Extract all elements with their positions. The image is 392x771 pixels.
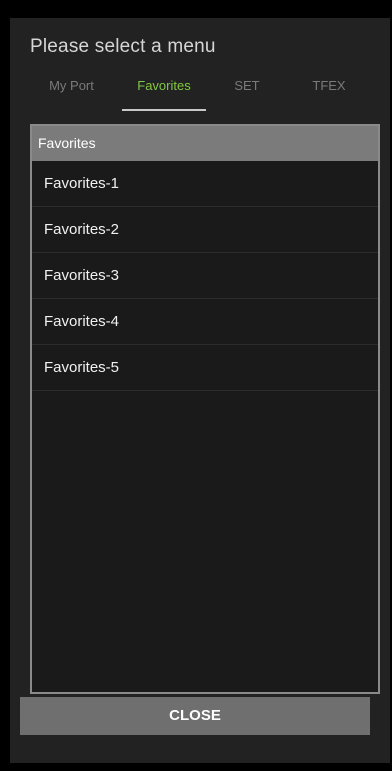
menu-tabs: My Port Favorites SET TFEX: [10, 76, 390, 114]
favorites-panel: Favorites Favorites-1 Favorites-2 Favori…: [30, 124, 380, 694]
list-item-favorites-4[interactable]: Favorites-4: [32, 299, 378, 345]
list-item-favorites-3[interactable]: Favorites-3: [32, 253, 378, 299]
list-item-favorites-1[interactable]: Favorites-1: [32, 161, 378, 207]
dialog-title: Please select a menu: [30, 36, 216, 57]
menu-select-dialog: Please select a menu My Port Favorites S…: [10, 18, 390, 763]
tab-tfex[interactable]: TFEX: [295, 76, 363, 114]
active-tab-indicator: [122, 109, 206, 111]
list-item-favorites-5[interactable]: Favorites-5: [32, 345, 378, 391]
favorites-list: Favorites-1 Favorites-2 Favorites-3 Favo…: [32, 161, 378, 391]
panel-header: Favorites: [32, 126, 378, 161]
tab-set[interactable]: SET: [210, 76, 284, 114]
tab-my-port[interactable]: My Port: [24, 76, 119, 114]
close-button[interactable]: CLOSE: [20, 697, 370, 735]
list-item-favorites-2[interactable]: Favorites-2: [32, 207, 378, 253]
